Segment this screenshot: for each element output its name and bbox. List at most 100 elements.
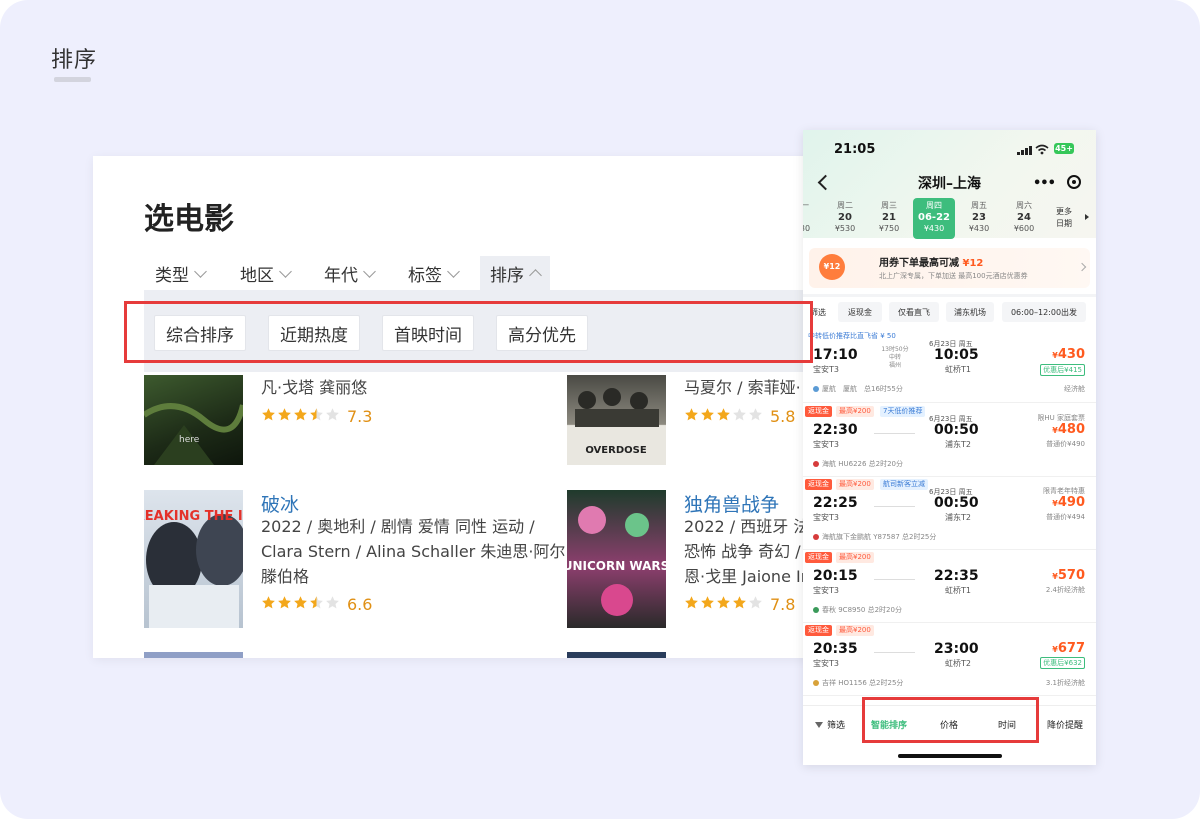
divider	[803, 294, 1096, 297]
movie-heading: 选电影	[144, 202, 234, 237]
departure-time: 20:35	[813, 641, 858, 657]
arrival-airport: 虹桥T1	[945, 586, 971, 595]
departure-time: 22:30	[813, 422, 858, 438]
max-discount-tag: 最高¥200	[836, 625, 874, 636]
date-item[interactable]: 周六 24 ¥600	[1005, 200, 1043, 233]
airline-logo-icon	[813, 680, 819, 686]
date-item[interactable]: 周三 21 ¥750	[870, 200, 908, 233]
filter-tab-tag[interactable]: 标签	[398, 256, 468, 290]
poster-art: here	[144, 403, 243, 465]
arrival-time: 00:50	[934, 422, 979, 438]
filter-tab-type[interactable]: 类型	[145, 256, 215, 290]
departure-time: 17:10	[813, 347, 858, 363]
svg-text:here: here	[179, 435, 200, 445]
flight-card[interactable]: 返现金 最高¥200 20:15 22:35 ¥570 宝安T3 虹桥T1 2.…	[803, 549, 1096, 623]
highlight-box-sort-options	[124, 301, 813, 363]
filter-tab-sort[interactable]: 排序	[480, 256, 550, 290]
max-discount-tag: 最高¥200	[836, 479, 874, 490]
cashback-tag: 返现金	[805, 625, 832, 636]
movie-poster[interactable]: here	[144, 375, 243, 465]
chevron-up-icon	[529, 268, 542, 282]
movie-rating: 5.8	[684, 407, 795, 426]
more-dates-button[interactable]: 更多 日期	[1056, 206, 1072, 230]
transfer-banner: 中转低价推荐比直飞省 ¥ 50	[808, 332, 896, 340]
arrival-time: 10:05	[934, 347, 979, 363]
date-item[interactable]: 周五 23 ¥430	[960, 200, 998, 233]
filter-tab-region[interactable]: 地区	[230, 256, 300, 290]
chip-cashback[interactable]: 返现金	[838, 302, 882, 322]
star-rating-icon	[684, 595, 764, 614]
star-rating-icon	[684, 407, 764, 426]
target-icon[interactable]	[1067, 175, 1081, 189]
chevron-down-icon	[447, 264, 460, 278]
svg-text:BREAKING THE ICE: BREAKING THE ICE	[144, 509, 243, 524]
flight-card[interactable]: 返现金 最高¥200 航司新客立减 6月23日 周五 限青老年特惠 22:25 …	[803, 476, 1096, 550]
departure-airport: 宝安T3	[813, 365, 839, 374]
date-item[interactable]: 周二 20 ¥530	[826, 200, 864, 233]
bottom-price-alert-button[interactable]: 降价提醒	[1047, 718, 1083, 731]
chevron-down-icon	[363, 264, 376, 278]
price-note: 优惠后¥415	[1040, 364, 1085, 376]
flight-card[interactable]: 返现金 最高¥200 20:35 23:00 ¥677 宝安T3 虹桥T2 优惠…	[803, 622, 1096, 696]
price-note: 2.4折经济舱	[1045, 586, 1085, 594]
highlight-box-sort-tabs	[862, 697, 1039, 743]
departure-airport: 宝安T3	[813, 513, 839, 522]
airline-logo-icon	[813, 386, 819, 392]
chevron-down-icon	[194, 264, 207, 278]
max-discount-tag: 最高¥200	[836, 552, 874, 563]
movie-title-link[interactable]: 破冰	[261, 490, 299, 517]
departure-airport: 宝安T3	[813, 659, 839, 668]
filter-tab-label: 排序	[490, 265, 524, 286]
movie-panel: 选电影 类型 地区 年代 标签 排序 综合排序 近期热度 首映时间 高分优先 h…	[93, 156, 813, 658]
caret-right-icon	[1085, 214, 1089, 220]
home-indicator	[898, 754, 1002, 758]
max-discount-tag: 最高¥200	[836, 406, 874, 417]
bottom-filter-button[interactable]: 筛选	[815, 718, 845, 731]
route-line	[874, 506, 915, 507]
chevron-right-icon	[1077, 262, 1087, 272]
svg-text:OVERDOSE: OVERDOSE	[585, 445, 647, 456]
movie-meta: 2022 / 奥地利 / 剧情 爱情 同性 运动 / Clara Stern / …	[261, 517, 566, 586]
chip-direct-only[interactable]: 仅看直飞	[889, 302, 939, 322]
date-item[interactable]: 一 30	[803, 200, 824, 233]
movie-poster[interactable]: BREAKING THE ICE	[144, 490, 243, 628]
movie-poster[interactable]: UNICORN WARS	[567, 490, 666, 628]
filter-tab-year[interactable]: 年代	[314, 256, 384, 290]
departure-time: 22:25	[813, 495, 858, 511]
signal-icon	[1017, 152, 1020, 155]
coupon-subtitle: 北上广深专属，下单加送 最高100元酒店优惠券	[879, 272, 1028, 280]
coupon-banner[interactable]: ¥12 用券下单最高可减 ¥12 北上广深专属，下单加送 最高100元酒店优惠券	[809, 248, 1090, 288]
airline-info: 海航旗下金鹏航 Y87587 总2时25分	[813, 532, 936, 542]
promo-tag: 7天低价推荐	[880, 406, 926, 417]
arrival-airport: 虹桥T2	[945, 659, 971, 668]
filter-tab-label: 地区	[240, 265, 274, 286]
filter-tab-label: 标签	[408, 265, 442, 286]
movie-meta: 2022 / 西班牙 法恐怖 战争 奇幻 / 恩·戈里 Jaione In	[684, 517, 811, 586]
title-underline	[54, 77, 91, 82]
movie-rating: 7.3	[261, 407, 372, 426]
departure-airport: 宝安T3	[813, 586, 839, 595]
flight-card[interactable]: 中转低价推荐比直飞省 ¥ 50 6月23日 周五 17:10 13时50分 中转福…	[803, 328, 1096, 403]
chip-pudong[interactable]: 浦东机场	[946, 302, 994, 322]
flight-price: ¥677	[1052, 641, 1085, 656]
movie-poster[interactable]	[567, 652, 666, 658]
price-note: 普通价¥490	[1046, 440, 1085, 448]
arrival-airport: 虹桥T1	[945, 365, 971, 374]
movie-title-link[interactable]: 独角兽战争	[684, 490, 779, 517]
airline-info: 春秋 9C8950 总2时20分	[813, 605, 902, 615]
cashback-tag: 返现金	[805, 406, 832, 417]
airline-info: 吉祥 HO1156 总2时25分	[813, 678, 903, 688]
flight-price: ¥570	[1052, 568, 1085, 583]
more-icon[interactable]: •••	[1033, 176, 1056, 191]
svg-text:UNICORN WARS: UNICORN WARS	[567, 559, 666, 573]
movie-poster[interactable]	[144, 652, 243, 658]
route-line	[874, 433, 915, 434]
poster-art: UNICORN WARS	[567, 506, 666, 616]
arrival-airport: 浦东T2	[945, 440, 971, 449]
movie-poster[interactable]: OVERDOSE	[567, 375, 666, 465]
date-item-selected[interactable]: 周四 06-22 ¥430	[913, 198, 955, 239]
chip-time-range[interactable]: 06:00–12:00出发	[1002, 302, 1086, 322]
route-line	[874, 579, 915, 580]
flight-card[interactable]: 返现金 最高¥200 7天低价推荐 6月23日 周五 限HU 家庭套票 22:3…	[803, 403, 1096, 477]
arrival-airport: 浦东T2	[945, 513, 971, 522]
